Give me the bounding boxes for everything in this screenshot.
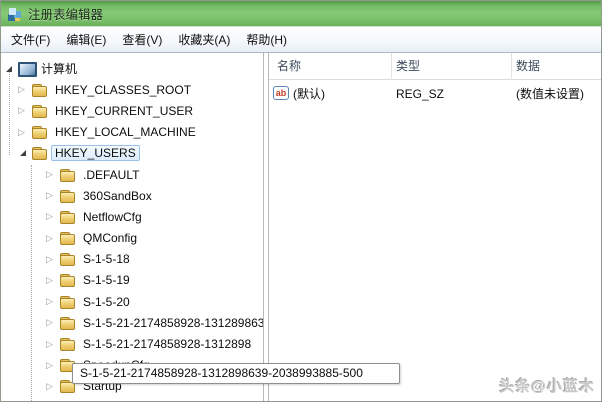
tree-item-label: S-1-5-20 bbox=[83, 294, 130, 309]
folder-icon bbox=[31, 125, 49, 140]
tree-item-hkey-classes-root[interactable]: ▷ HKEY_CLASSES_ROOT bbox=[1, 79, 263, 100]
menu-item-3[interactable]: 收藏夹(A) bbox=[170, 28, 238, 51]
expand-icon[interactable]: ▷ bbox=[46, 170, 59, 179]
tree-item-label: 计算机 bbox=[41, 62, 78, 77]
value-list-pane: 名称 类型 数据 ab (默认) REG_SZ (数值未设置) 头条@小蓝木 bbox=[268, 53, 601, 401]
window-title: 注册表编辑器 bbox=[28, 8, 104, 22]
column-header-name[interactable]: 名称 bbox=[277, 53, 301, 80]
tree-item-label: HKEY_LOCAL_MACHINE bbox=[55, 125, 196, 140]
tree-item-netflowcfg[interactable]: ▷ NetflowCfg bbox=[1, 206, 263, 227]
tree-item-label: S-1-5-21-2174858928-1312898639-203899388… bbox=[83, 315, 264, 330]
menu-item-2[interactable]: 查看(V) bbox=[114, 28, 170, 51]
value-row-default[interactable]: ab (默认) REG_SZ (数值未设置) bbox=[269, 84, 601, 104]
tree-item-label: HKEY_CLASSES_ROOT bbox=[55, 82, 192, 97]
collapse-icon[interactable] bbox=[4, 66, 17, 72]
folder-icon bbox=[31, 104, 49, 118]
tree-item-hkey-users[interactable]: HKEY_USERS bbox=[1, 143, 263, 164]
tree-item-360sandbox[interactable]: ▷ 360SandBox bbox=[1, 185, 263, 206]
column-header-type[interactable]: 类型 bbox=[396, 53, 420, 80]
registry-app-icon bbox=[6, 5, 22, 22]
folder-icon bbox=[59, 168, 77, 182]
list-header: 名称 类型 数据 bbox=[269, 53, 601, 80]
tree-item-label: QMConfig bbox=[83, 231, 138, 246]
folder-icon bbox=[31, 83, 49, 97]
tree-item-qmconfig[interactable]: ▷ QMConfig bbox=[1, 228, 263, 249]
expand-icon[interactable]: ▷ bbox=[46, 233, 59, 243]
tree-item-label: 360SandBox bbox=[83, 188, 152, 203]
expand-icon[interactable]: ▷ bbox=[46, 275, 59, 285]
folder-icon bbox=[59, 210, 77, 224]
folder-icon bbox=[59, 231, 77, 246]
tree-item-label: HKEY_CURRENT_USER bbox=[55, 103, 194, 118]
tree-item-default[interactable]: ▷ .DEFAULT bbox=[1, 164, 263, 185]
folder-icon bbox=[59, 252, 77, 267]
title-bar[interactable]: 注册表编辑器 bbox=[1, 1, 601, 27]
tree-item-wifiqufcf[interactable]: WifiQufCf bbox=[1, 397, 263, 402]
tree-item-node-0[interactable]: 计算机 bbox=[1, 58, 263, 79]
tree-item-s-1-5-18[interactable]: ▷ S-1-5-18 bbox=[1, 249, 263, 270]
value-name: (默认) bbox=[293, 87, 325, 101]
regedit-window: 注册表编辑器 文件(F) 编辑(E) 查看(V) 收藏夹(A) 帮助(H) 计算机 ▷ HK… bbox=[0, 0, 602, 402]
collapse-icon[interactable] bbox=[18, 150, 31, 156]
tree-item-hkey-local-machine[interactable]: ▷ HKEY_LOCAL_MACHINE bbox=[1, 122, 263, 143]
value-data: (数值未设置) bbox=[516, 87, 584, 101]
tree-item-label: .DEFAULT bbox=[83, 167, 140, 182]
column-divider[interactable] bbox=[391, 53, 392, 80]
expand-icon[interactable]: ▷ bbox=[46, 297, 59, 306]
tree-item-label: S-1-5-18 bbox=[83, 252, 130, 267]
folder-icon bbox=[59, 295, 77, 309]
expand-icon[interactable]: ▷ bbox=[46, 381, 59, 391]
registry-tree-pane: 计算机 ▷ HKEY_CLASSES_ROOT ▷ HKEY_CURRENT_USER ▷… bbox=[1, 53, 264, 401]
tree-item-s-1-5-21-2174858928-1312898[interactable]: ▷ S-1-5-21-2174858928-1312898 bbox=[1, 333, 263, 354]
expand-icon[interactable]: ▷ bbox=[46, 318, 59, 327]
menu-item-4[interactable]: 帮助(H) bbox=[238, 28, 295, 51]
expand-icon[interactable]: ▷ bbox=[46, 191, 59, 200]
tree-item-label: S-1-5-19 bbox=[83, 273, 130, 288]
tree-item-s-1-5-19[interactable]: ▷ S-1-5-19 bbox=[1, 270, 263, 291]
watermark-text: 头条@小蓝木 bbox=[499, 378, 595, 395]
key-name-tooltip: S-1-5-21-2174858928-1312898639-203899388… bbox=[72, 363, 400, 384]
folder-icon bbox=[59, 189, 77, 203]
folder-icon bbox=[59, 273, 77, 288]
expand-icon[interactable]: ▷ bbox=[18, 85, 31, 94]
registry-tree: 计算机 ▷ HKEY_CLASSES_ROOT ▷ HKEY_CURRENT_USER ▷… bbox=[1, 58, 263, 401]
expand-icon[interactable]: ▷ bbox=[18, 106, 31, 115]
menu-item-1[interactable]: 编辑(E) bbox=[58, 28, 114, 51]
folder-icon bbox=[59, 316, 77, 330]
tree-item-label: HKEY_USERS bbox=[51, 145, 140, 162]
pane-container: 计算机 ▷ HKEY_CLASSES_ROOT ▷ HKEY_CURRENT_USER ▷… bbox=[1, 53, 601, 401]
tree-item-s-1-5-20[interactable]: ▷ S-1-5-20 bbox=[1, 291, 263, 312]
folder-icon bbox=[31, 146, 49, 161]
expand-icon[interactable]: ▷ bbox=[46, 360, 59, 370]
column-divider[interactable] bbox=[511, 53, 512, 80]
value-type: REG_SZ bbox=[396, 87, 445, 101]
folder-icon bbox=[59, 337, 77, 352]
menu-item-0[interactable]: 文件(F) bbox=[3, 28, 58, 51]
string-value-icon: ab bbox=[273, 86, 289, 100]
menu-bar: 文件(F) 编辑(E) 查看(V) 收藏夹(A) 帮助(H) bbox=[1, 27, 601, 53]
computer-icon bbox=[17, 61, 37, 77]
tree-item-label: S-1-5-21-2174858928-1312898 bbox=[83, 337, 252, 352]
tree-item-label: NetflowCfg bbox=[83, 209, 142, 224]
expand-icon[interactable]: ▷ bbox=[46, 254, 59, 264]
expand-icon[interactable]: ▷ bbox=[46, 212, 59, 221]
column-header-data[interactable]: 数据 bbox=[516, 53, 540, 80]
tree-item-hkey-current-user[interactable]: ▷ HKEY_CURRENT_USER bbox=[1, 100, 263, 121]
expand-icon[interactable]: ▷ bbox=[18, 127, 31, 137]
tree-item-s-1-5-21-2174858928-1312898639-2038993885-500[interactable]: ▷ S-1-5-21-2174858928-1312898639-20389938… bbox=[1, 312, 263, 333]
expand-icon[interactable]: ▷ bbox=[46, 339, 59, 349]
